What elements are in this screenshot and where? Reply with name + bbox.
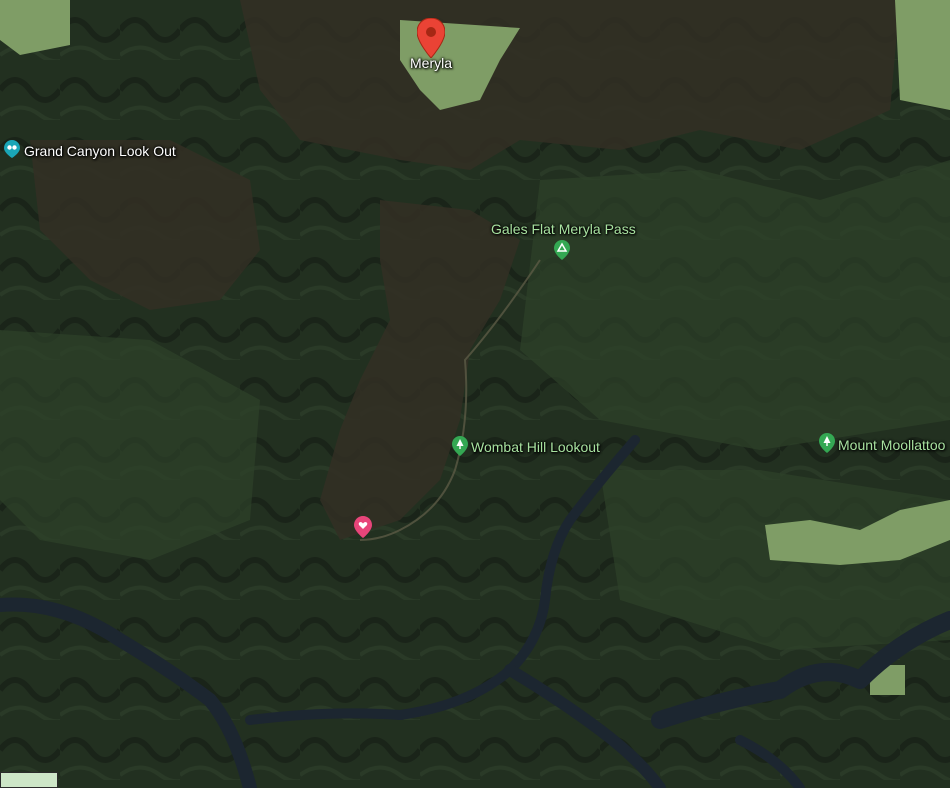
label-mount-moollattoo[interactable]: Mount Moollattoo: [838, 437, 945, 453]
label-grand-canyon-look-out[interactable]: Grand Canyon Look Out: [24, 143, 176, 159]
label-gales-flat-meryla-pass[interactable]: Gales Flat Meryla Pass: [491, 221, 636, 237]
label-meryla[interactable]: Meryla: [410, 55, 452, 71]
park-tree-icon[interactable]: [452, 436, 468, 461]
layer-toggle-button[interactable]: [0, 772, 58, 788]
satellite-map[interactable]: [0, 0, 950, 788]
viewpoint-icon[interactable]: [4, 140, 20, 163]
saved-place-heart-icon[interactable]: [354, 516, 372, 543]
campground-icon[interactable]: [554, 240, 570, 265]
park-tree-icon[interactable]: [819, 433, 835, 458]
label-wombat-hill-lookout[interactable]: Wombat Hill Lookout: [471, 439, 600, 455]
